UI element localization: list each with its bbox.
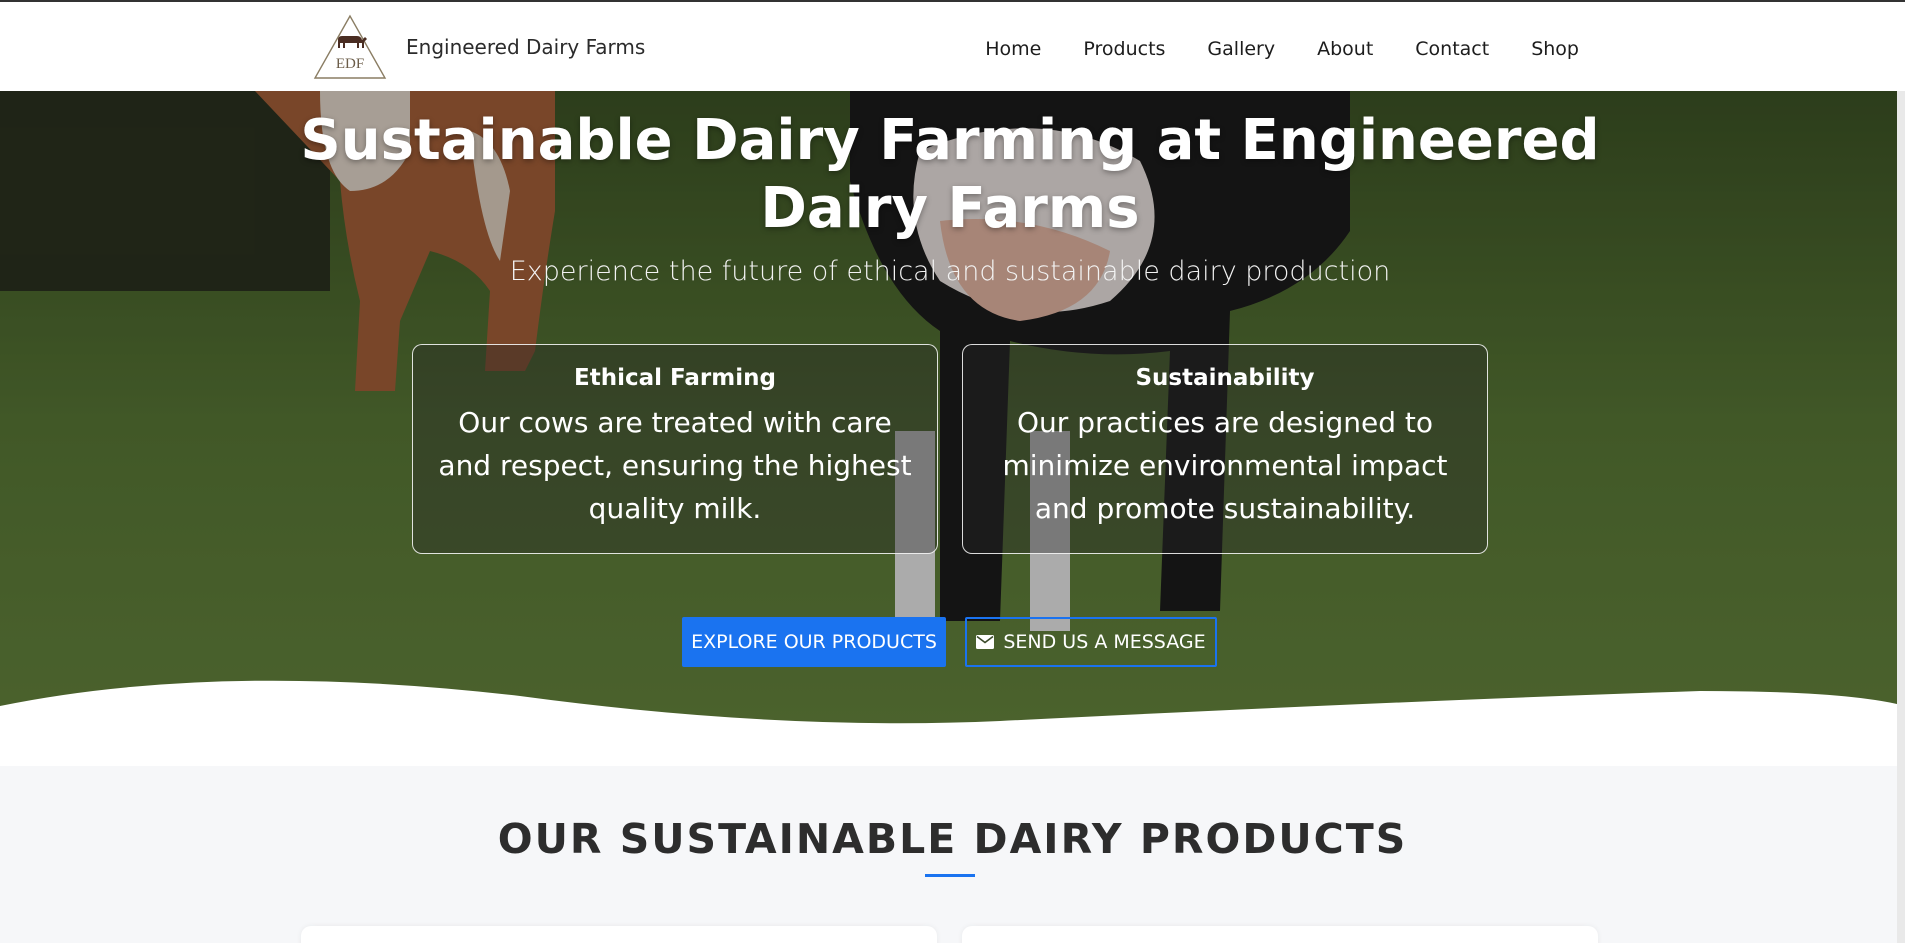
edf-logo[interactable]: EDF	[312, 14, 388, 80]
feature-card-sustainability: Sustainability Our practices are designe…	[962, 344, 1488, 554]
nav-shop[interactable]: Shop	[1531, 38, 1579, 60]
page-scrollbar[interactable]	[1897, 0, 1905, 943]
hero-subtitle: Experience the future of ethical and sus…	[509, 256, 1391, 287]
logo-text: EDF	[336, 56, 364, 72]
products-heading: OUR SUSTAINABLE DAIRY PRODUCTS	[497, 815, 1408, 863]
page: EDF Engineered Dairy Farms Home Products…	[0, 0, 1905, 943]
product-card[interactable]	[301, 926, 937, 943]
send-message-button[interactable]: Send Us A Message	[965, 617, 1217, 667]
navbar: EDF Engineered Dairy Farms Home Products…	[0, 0, 1905, 91]
nav-contact[interactable]: Contact	[1415, 38, 1489, 60]
feature-card-ethical: Ethical Farming Our cows are treated wit…	[412, 344, 938, 554]
explore-products-button[interactable]: Explore Our Products	[682, 617, 946, 667]
brand-name[interactable]: Engineered Dairy Farms	[406, 35, 645, 59]
hero-title: Sustainable Dairy Farming at Engineered …	[300, 108, 1600, 241]
nav-home[interactable]: Home	[985, 38, 1041, 60]
send-message-label: Send Us A Message	[1003, 631, 1206, 653]
heading-underline	[925, 874, 975, 877]
hero-section: Sustainable Dairy Farming at Engineered …	[0, 91, 1905, 766]
feature-card-text: Our practices are designed to minimize e…	[1002, 406, 1448, 525]
nav-gallery[interactable]: Gallery	[1207, 38, 1275, 60]
feature-card-title: Sustainability	[1135, 365, 1315, 391]
nav-products[interactable]: Products	[1083, 38, 1165, 60]
brand[interactable]: EDF Engineered Dairy Farms	[312, 14, 645, 80]
mail-icon	[976, 635, 995, 649]
main-nav: Home Products Gallery About Contact Shop	[985, 38, 1579, 60]
feature-card-title: Ethical Farming	[574, 365, 776, 391]
feature-card-text: Our cows are treated with care and respe…	[438, 406, 912, 525]
nav-about[interactable]: About	[1317, 38, 1373, 60]
product-card[interactable]	[962, 926, 1598, 943]
